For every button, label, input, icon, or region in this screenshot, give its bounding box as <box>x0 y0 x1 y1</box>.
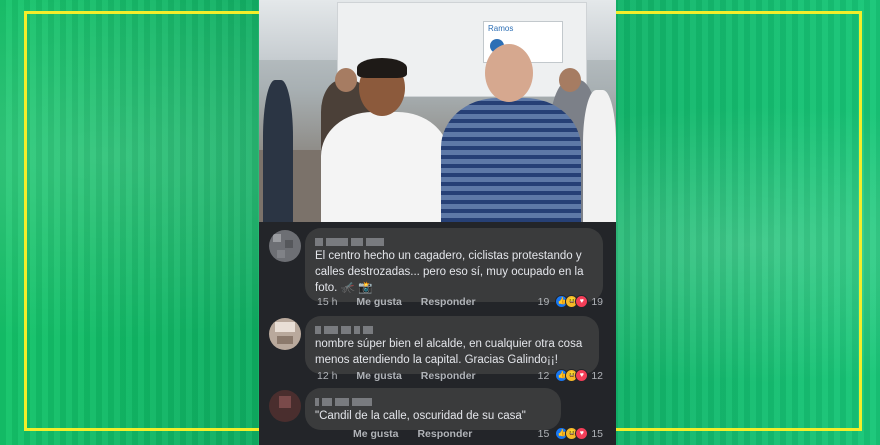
reaction-summary[interactable]: 15 👍 😆 ♥ 15 <box>535 427 606 440</box>
bystander-left <box>263 80 293 222</box>
like-button[interactable]: Me gusta <box>353 428 399 440</box>
commenter-name-blurred[interactable] <box>315 322 589 334</box>
man-white-shirt <box>321 58 449 222</box>
comment-1: El centro hecho un cagadero, ciclistas p… <box>267 228 612 312</box>
reaction-summary[interactable]: 19 👍 😆 ♥ 19 <box>535 295 606 308</box>
comment-2: nombre súper bien el alcalde, en cualqui… <box>267 316 612 386</box>
comment-actions: 12 h Me gusta Responder <box>317 370 492 382</box>
love-icon: ♥ <box>575 427 589 440</box>
bystander-white <box>583 90 616 222</box>
commenter-avatar[interactable] <box>269 318 301 350</box>
reply-button[interactable]: Responder <box>417 428 472 440</box>
commenter-avatar[interactable] <box>269 230 301 262</box>
truck-sign-text: Ramos <box>488 24 514 33</box>
comment-3: "Candil de la calle, oscuridad de su cas… <box>267 388 612 445</box>
post-photo[interactable]: Ramos <box>259 0 616 222</box>
comment-text: El centro hecho un cagadero, ciclistas p… <box>315 250 584 294</box>
facebook-post-panel: Ramos El centro hecho un cagadero, cicli… <box>259 0 616 445</box>
commenter-name-blurred[interactable] <box>315 234 593 246</box>
commenter-name-blurred[interactable] <box>315 394 551 406</box>
reaction-count-right: 19 <box>591 295 603 308</box>
reaction-count-right: 15 <box>591 427 603 440</box>
comment-bubble: nombre súper bien el alcalde, en cualqui… <box>305 316 599 374</box>
comment-text: nombre súper bien el alcalde, en cualqui… <box>315 338 583 366</box>
comment-actions: Me gusta Responder <box>317 428 488 440</box>
comment-bubble: El centro hecho un cagadero, ciclistas p… <box>305 228 603 302</box>
reply-button[interactable]: Responder <box>421 370 476 382</box>
reaction-count: 15 <box>537 427 550 440</box>
love-icon: ♥ <box>575 369 589 382</box>
reaction-count: 12 <box>537 369 550 382</box>
comment-actions: 15 h Me gusta Responder <box>317 296 492 308</box>
reaction-count: 19 <box>537 295 550 308</box>
love-icon: ♥ <box>575 295 589 308</box>
reaction-count-right: 12 <box>591 369 603 382</box>
comment-text: "Candil de la calle, oscuridad de su cas… <box>315 410 526 422</box>
like-button[interactable]: Me gusta <box>356 296 402 308</box>
like-button[interactable]: Me gusta <box>356 370 402 382</box>
reply-button[interactable]: Responder <box>421 296 476 308</box>
man-right-head <box>485 44 533 102</box>
comment-time[interactable]: 12 h <box>317 370 337 382</box>
comment-time[interactable]: 15 h <box>317 296 337 308</box>
white-shirt <box>321 112 449 222</box>
man-left-hair <box>357 58 407 78</box>
man-plaid-shirt <box>441 44 581 222</box>
comment-bubble: "Candil de la calle, oscuridad de su cas… <box>305 388 561 430</box>
plaid-shirt <box>441 98 581 222</box>
reaction-summary[interactable]: 12 👍 😆 ♥ 12 <box>535 369 606 382</box>
commenter-avatar[interactable] <box>269 390 301 422</box>
